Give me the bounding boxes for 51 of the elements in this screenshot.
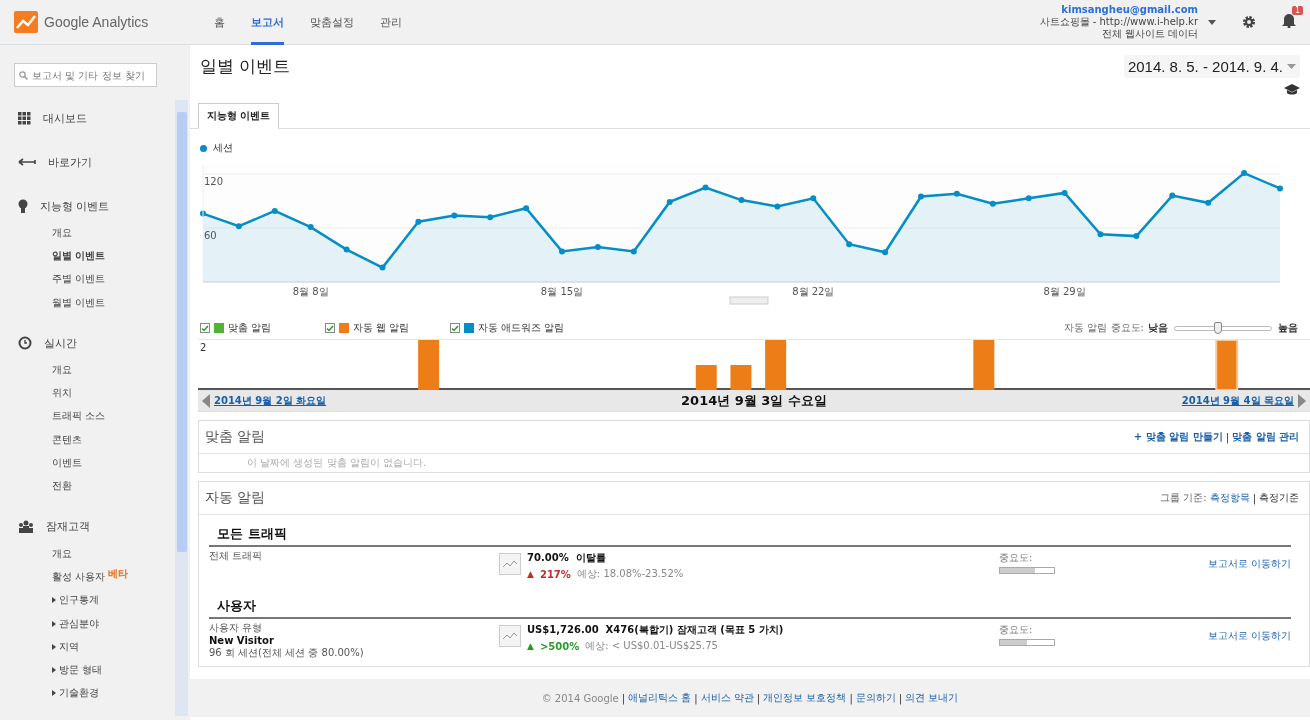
beta-label: 베타 [108,567,129,582]
view-name: 전체 웹사이트 데이터 [1101,28,1198,40]
link-separator: | [898,692,903,704]
metric-value: 70.00% 이탈률 [527,551,607,565]
up-arrow-icon: ▲ [527,641,534,651]
legend-label: 세션 [213,141,233,155]
link-separator: | [694,692,698,704]
segment-name: 전체 트래픽 [209,549,264,563]
account-email: kimsangheu@gmail.com [1061,4,1198,16]
importance-label: 자동 알림 중요도: [1064,321,1144,335]
empty-message: 이 날짜에 생성된 맞춤 알림이 없습니다. [246,456,428,470]
link-separator: | [849,692,853,704]
importance-label: 중요도: [999,551,1034,565]
importance-label: 중요도: [999,623,1034,637]
copyright: © 2014 Google [541,692,619,704]
current-date: 2014년 9월 3일 수요일 [680,391,828,410]
y-axis-label: 2 [200,342,207,353]
y-tick-label: 120 [204,176,224,187]
x-tick-label: 8월 8일 [292,286,329,297]
panel-title: 맞춤 알림 [205,428,266,446]
link-separator: | [1225,431,1230,443]
dimension-name: 사용자 유형 [209,621,264,635]
segment-detail: 96 회 세션(전체 세션 중 80.00%) [209,646,365,660]
dimension-label: 측정기준 [1259,491,1299,505]
x-tick-label: 8월 29일 [1043,286,1086,297]
expected-range: 예상: 18.08%-23.52% [576,567,684,581]
group-title: 모든 트래픽 [216,525,288,543]
page-title: 일별 이벤트 [200,55,291,78]
brand-name: Google Analytics [44,14,149,30]
link-separator: | [621,692,626,704]
property-name: 사트쇼핑몰 - http://www.i-help.kr [1039,16,1198,28]
link-separator: | [1252,492,1256,504]
x-tick-label: 8월 15일 [540,286,584,297]
notification-count: 1 [1291,5,1303,15]
link-separator: | [756,692,761,704]
up-arrow-icon: ▲ [527,569,534,579]
group-title: 사용자 [216,597,257,615]
expected-range: 예상: < US$0.01-US$25.75 [585,639,718,653]
panel-title: 자동 알림 [205,489,266,507]
high-label: 높음 [1278,321,1298,335]
change-percent: >500% [539,640,580,652]
group-by-label: 그룹 기준: [1160,491,1207,505]
change-percent: 217% [539,568,571,580]
metric-value: US$1,726.00 X476(복합기) 잠재고객 (목표 5 가치) [527,623,784,637]
y-tick-label: 60 [204,230,217,241]
legend-label: 자동 애드워즈 알림 [478,321,565,335]
segment-name: New Visitor [209,635,275,646]
x-tick-label: 8월 22일 [792,286,835,297]
low-label: 낮음 [1148,321,1168,335]
legend-label: 맞춤 알림 [228,321,272,335]
legend-label: 자동 웹 알림 [353,321,410,335]
